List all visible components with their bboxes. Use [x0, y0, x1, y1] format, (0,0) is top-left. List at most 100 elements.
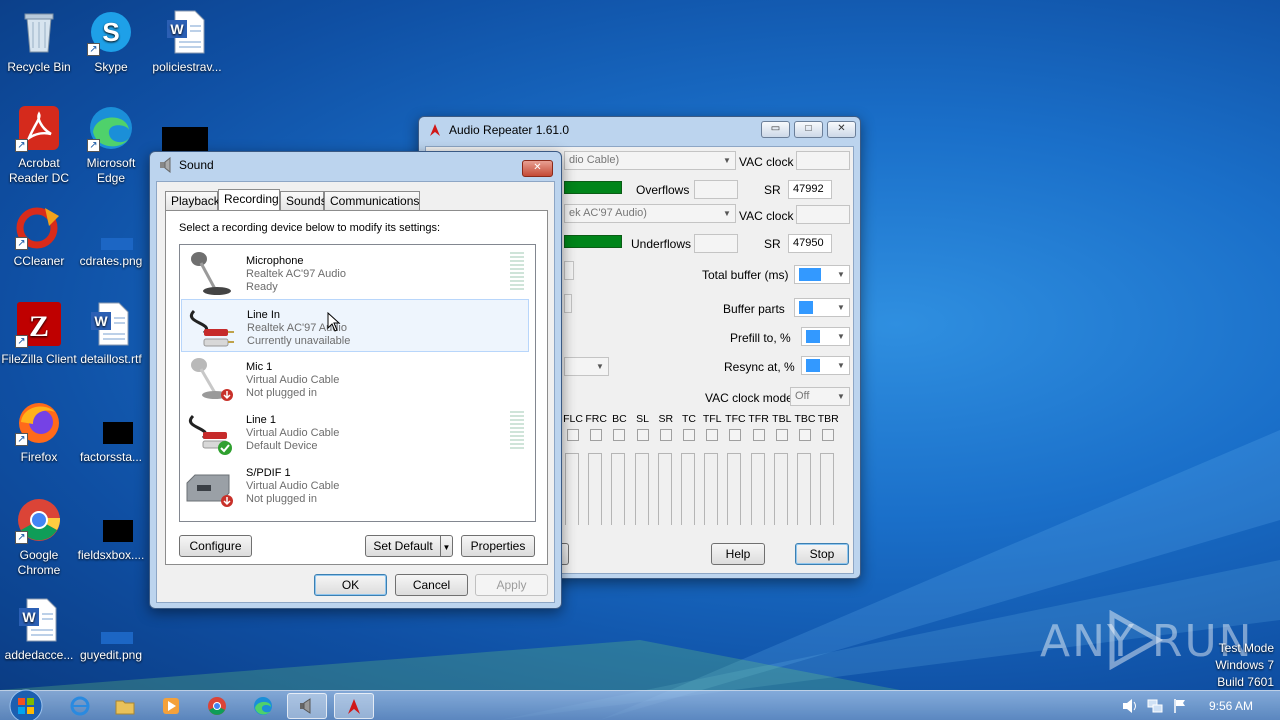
audio-repeater-app-icon: [348, 699, 360, 714]
set-default-dropdown[interactable]: ▼: [440, 535, 453, 557]
device-row-mic-1[interactable]: Mic 1 Virtual Audio Cable Not plugged in: [181, 352, 529, 405]
apply-button[interactable]: Apply: [475, 574, 548, 596]
channel-checkbox[interactable]: [706, 429, 719, 441]
tab-sounds[interactable]: Sounds: [280, 191, 327, 210]
tab-communications[interactable]: Communications: [324, 191, 420, 210]
channel-checkbox[interactable]: [775, 429, 788, 441]
channel-checkbox[interactable]: [822, 429, 835, 441]
channel-checkbox[interactable]: [659, 429, 672, 441]
close-button[interactable]: ✕: [522, 160, 553, 177]
desktop-icon-firefox[interactable]: ↗ Firefox: [0, 398, 78, 465]
channel-checkbox[interactable]: [683, 429, 695, 441]
svg-text:W: W: [94, 313, 108, 329]
minimize-button[interactable]: ▭: [761, 121, 790, 138]
start-button[interactable]: [6, 688, 46, 720]
close-button[interactable]: ✕: [827, 121, 856, 138]
tab-playback[interactable]: Playback: [165, 191, 220, 210]
sound-dialog: Sound ✕ Playback Recording Sounds Commun…: [149, 151, 562, 609]
taskbar-sound[interactable]: [287, 693, 327, 719]
taskbar-clock[interactable]: 9:56 AM: [1196, 699, 1266, 713]
test-mode-text: Test Mode Windows 7 Build 7601: [1215, 640, 1274, 691]
device-row-line-1[interactable]: Line 1 Virtual Audio Cable Default Devic…: [181, 405, 529, 458]
underflows-field: [694, 234, 738, 253]
ok-button[interactable]: OK: [314, 574, 387, 596]
channel-mask-area: FLC FRC BC SL SR TC TFL TFC TFR TBL TBC TBR: [562, 413, 852, 533]
sound-dialog-titlebar[interactable]: Sound: [150, 152, 561, 178]
desktop-icon-ccleaner[interactable]: ↗ CCleaner: [0, 202, 78, 269]
resync-select[interactable]: ▼: [801, 356, 850, 375]
shortcut-arrow-icon: ↗: [15, 335, 28, 348]
desktop-icon-policiestrav[interactable]: W policiestrav...: [148, 8, 226, 75]
desktop-icon-skype[interactable]: S ↗ Skype: [72, 8, 150, 75]
channel-label: TFC: [725, 413, 746, 425]
bits-select[interactable]: [564, 294, 572, 313]
tab-recording[interactable]: Recording: [218, 189, 280, 210]
start-button[interactable]: [562, 543, 569, 565]
taskbar-explorer[interactable]: [105, 693, 145, 719]
taskbar-media-player[interactable]: [151, 693, 191, 719]
desktop-icon-factorssta[interactable]: factorssta...: [72, 398, 150, 465]
wave-out-select[interactable]: ek AC'97 Audio) ▼: [564, 204, 736, 223]
channel-config-select[interactable]: ▼: [564, 357, 609, 376]
help-button[interactable]: Help: [711, 543, 765, 565]
cancel-button[interactable]: Cancel: [395, 574, 468, 596]
channel-label: BC: [612, 413, 627, 425]
channel-checkbox[interactable]: [799, 429, 811, 441]
microphone-unplugged-icon: [191, 358, 233, 401]
channel-checkbox[interactable]: [567, 429, 579, 441]
buffer-parts-select[interactable]: ▼: [794, 298, 850, 317]
configure-button[interactable]: Configure: [179, 535, 252, 557]
sample-rate-select[interactable]: [564, 261, 574, 280]
skype-icon: S ↗: [87, 8, 135, 56]
desktop-icon-recycle-bin[interactable]: Recycle Bin: [0, 8, 78, 75]
device-row-spdif-1[interactable]: S/PDIF 1 Virtual Audio Cable Not plugged…: [181, 458, 529, 511]
channel-checkbox[interactable]: [613, 429, 626, 441]
vac-clock-mode-select[interactable]: Off ▼: [790, 387, 850, 406]
desktop-icon-addedacce[interactable]: W addedacce...: [0, 596, 78, 663]
anyrun-watermark: ANY RUN: [1040, 609, 1252, 671]
desktop-icon-label: guyedit.png: [79, 648, 143, 662]
file-icon: [87, 398, 135, 446]
device-status: Not plugged in: [246, 387, 317, 399]
taskbar-ie[interactable]: [60, 693, 100, 719]
wave-in-select[interactable]: dio Cable) ▼: [564, 151, 736, 170]
total-buffer-select[interactable]: ▼: [794, 265, 850, 284]
input-level-bar: [564, 181, 622, 194]
device-row-line-in[interactable]: Line In Realtek AC'97 Audio Currently un…: [181, 299, 529, 352]
desktop-icon-guyedit[interactable]: guyedit.png: [72, 596, 150, 663]
channel-checkbox[interactable]: [636, 429, 649, 441]
desktop-icon-chrome[interactable]: ↗ Google Chrome: [0, 496, 78, 578]
device-name: Mic 1: [246, 361, 273, 373]
stop-button[interactable]: Stop: [795, 543, 849, 565]
taskbar-chrome[interactable]: [197, 693, 237, 719]
desktop-icon-label: fieldsxbox....: [77, 548, 145, 562]
shortcut-arrow-icon: ↗: [15, 237, 28, 250]
desktop-icon-edge[interactable]: ↗ Microsoft Edge: [72, 104, 150, 186]
channel-checkbox[interactable]: [752, 429, 765, 441]
desktop-icon-cdrates[interactable]: cdrates.png: [72, 202, 150, 269]
desktop-icon-acrobat[interactable]: ↗ Acrobat Reader DC: [0, 104, 78, 186]
tray-network-icon[interactable]: [1147, 698, 1163, 714]
maximize-button[interactable]: □: [794, 121, 823, 138]
tray-volume-icon[interactable]: [1122, 698, 1138, 714]
channel-level-slider: [588, 453, 603, 525]
device-row-microphone[interactable]: Microphone Realtek AC'97 Audio Ready: [181, 246, 529, 299]
tray-flag-icon[interactable]: [1172, 698, 1188, 714]
chevron-down-icon: ▼: [723, 209, 731, 218]
desktop-icon-filezilla[interactable]: Z ↗ FileZilla Client: [0, 300, 78, 367]
microphone-icon: [191, 252, 231, 295]
desktop-icon-label: cdrates.png: [79, 254, 143, 268]
channel-checkbox[interactable]: [590, 429, 603, 441]
desktop-icon-detaillost[interactable]: W detaillost.rtf: [72, 300, 150, 367]
desktop-icon-label: Firefox: [20, 450, 58, 464]
set-default-button[interactable]: Set Default: [365, 535, 441, 557]
taskbar-edge[interactable]: [243, 693, 283, 719]
properties-button[interactable]: Properties: [461, 535, 535, 557]
channel-checkbox[interactable]: [729, 429, 742, 441]
taskbar-audio-repeater[interactable]: [334, 693, 374, 719]
desktop-icon-fieldsxbox[interactable]: fieldsxbox....: [72, 496, 150, 563]
channel-label: SL: [636, 413, 650, 425]
prefill-select[interactable]: ▼: [801, 327, 850, 346]
level-meter: [510, 411, 524, 451]
test-mode-line2: Windows 7: [1215, 658, 1274, 672]
